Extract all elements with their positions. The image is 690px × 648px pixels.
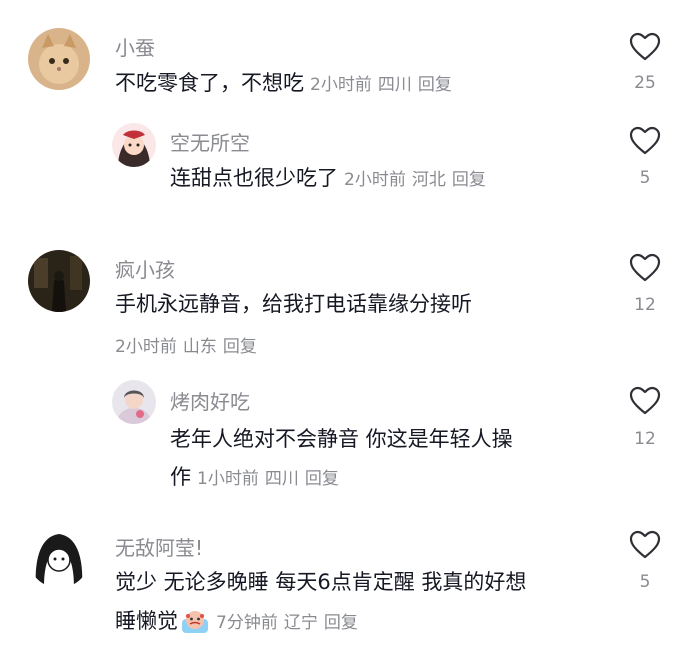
comment-text-continued: 作 1小时前 四川 回复 [170, 459, 345, 498]
comment-body: 睡懒觉 [115, 609, 178, 633]
like-button[interactable] [625, 530, 665, 560]
like-button[interactable] [625, 32, 665, 62]
comment-text: 手机永远静音，给我打电话靠缘分接听 [115, 286, 472, 323]
avatar[interactable] [112, 380, 156, 424]
reply-button[interactable]: 回复 [324, 613, 358, 633]
heart-outline-icon [629, 32, 661, 61]
reply-button[interactable]: 回复 [305, 469, 339, 489]
comment-time: 7分钟前 [216, 613, 278, 633]
avatar[interactable] [28, 250, 90, 312]
comment-text: 连甜点也很少吃了 2小时前 河北 回复 [170, 160, 492, 199]
crying-face-emoji [182, 611, 208, 633]
heart-outline-icon [629, 126, 661, 155]
avatar[interactable] [28, 28, 90, 90]
comment-body: 老年人绝对不会静音 你这是年轻人操 [170, 427, 513, 451]
heart-outline-icon [629, 386, 661, 415]
like-count: 25 [634, 73, 656, 93]
comment-location: 四川 [377, 75, 412, 95]
heart-outline-icon [629, 253, 661, 282]
reply-button[interactable]: 回复 [223, 337, 257, 357]
avatar[interactable] [112, 123, 156, 167]
like-count: 12 [634, 429, 656, 449]
comment-body: 作 [170, 465, 191, 489]
comment-text-continued: 睡懒觉 7分钟前 辽宁 回复 [115, 603, 364, 642]
username[interactable]: 疯小孩 [115, 254, 175, 283]
comment-body: 不吃零食了，不想吃 [115, 71, 304, 95]
comment-text: 不吃零食了，不想吃 2小时前 四川 回复 [115, 65, 458, 104]
comment-body: 手机永远静音，给我打电话靠缘分接听 [115, 292, 472, 316]
username[interactable]: 小蚕 [115, 32, 155, 61]
heart-outline-icon [629, 530, 661, 559]
like-count: 5 [639, 572, 651, 592]
comment-body: 觉少 无论多晚睡 每天6点肯定醒 我真的好想 [115, 570, 527, 594]
comment-text: 觉少 无论多晚睡 每天6点肯定醒 我真的好想 [115, 564, 526, 601]
comment-text: 老年人绝对不会静音 你这是年轻人操 [170, 421, 513, 458]
reply-button[interactable]: 回复 [452, 170, 486, 190]
comment-time: 1小时前 [197, 469, 259, 489]
username[interactable]: 烤肉好吃 [170, 386, 250, 415]
username[interactable]: 空无所空 [170, 127, 250, 156]
avatar[interactable] [28, 526, 90, 588]
comment-location: 山东 [182, 337, 217, 357]
comment-location: 四川 [264, 469, 299, 489]
reply-button[interactable]: 回复 [418, 75, 452, 95]
comment-time: 2小时前 [310, 75, 372, 95]
like-button[interactable] [625, 126, 665, 156]
comment-meta: 2小时前 山东 回复 [115, 326, 263, 366]
comment-body: 连甜点也很少吃了 [170, 166, 338, 190]
comment-location: 辽宁 [283, 613, 318, 633]
like-button[interactable] [625, 253, 665, 283]
comment-location: 河北 [411, 170, 446, 190]
comment-time: 2小时前 [344, 170, 406, 190]
comment-time: 2小时前 [115, 337, 177, 357]
like-count: 12 [634, 295, 656, 315]
like-button[interactable] [625, 386, 665, 416]
like-count: 5 [639, 168, 651, 188]
username[interactable]: 无敌阿莹! [115, 532, 203, 561]
